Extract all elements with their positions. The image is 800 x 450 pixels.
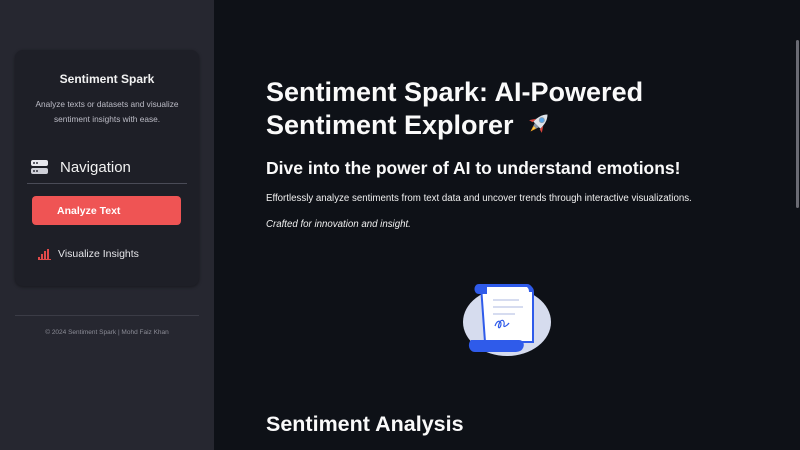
sidebar-footer: © 2024 Sentiment Spark | Mohd Faiz Khan <box>45 329 169 336</box>
server-icon <box>31 160 48 174</box>
sidebar-card: Sentiment Spark Analyze texts or dataset… <box>15 50 199 286</box>
sidebar-footer-divider <box>15 315 199 316</box>
visualize-insights-nav-item[interactable]: Visualize Insights <box>38 245 139 263</box>
navigation-label: Navigation <box>60 158 131 176</box>
bar-chart-icon <box>38 248 51 260</box>
page-title: Sentiment Spark: AI-Powered Sentiment Ex… <box>266 76 736 145</box>
section-title-sentiment-analysis: Sentiment Analysis <box>266 412 464 436</box>
analyze-text-button[interactable]: Analyze Text <box>32 196 181 225</box>
visualize-insights-label: Visualize Insights <box>58 248 139 260</box>
navigation-heading: Navigation <box>31 156 131 178</box>
app-title: Sentiment Spark <box>59 72 155 86</box>
rocket-icon <box>525 109 553 145</box>
page-tagline: Crafted for innovation and insight. <box>266 219 411 230</box>
document-scroll-illustration <box>457 280 557 360</box>
page-subtitle: Dive into the power of AI to understand … <box>266 158 681 178</box>
navigation-divider <box>27 183 187 184</box>
sidebar: Sentiment Spark Analyze texts or dataset… <box>0 0 214 450</box>
page-description: Effortlessly analyze sentiments from tex… <box>266 193 692 204</box>
page-title-text: Sentiment Spark: AI-Powered Sentiment Ex… <box>266 77 644 140</box>
app-description: Analyze texts or datasets and visualize … <box>35 99 179 124</box>
main-scrollbar[interactable] <box>796 40 799 208</box>
